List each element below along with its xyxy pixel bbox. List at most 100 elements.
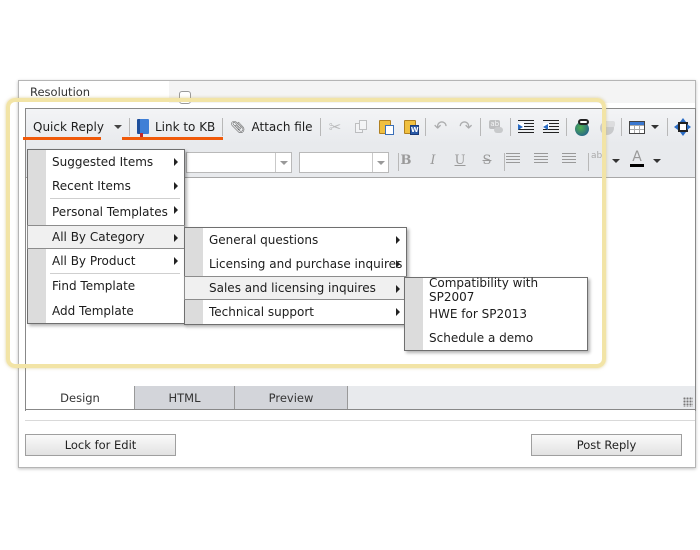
quick-reply-underline — [23, 137, 101, 140]
toggle-fullscreen-icon[interactable] — [673, 117, 692, 136]
underline-button[interactable]: U — [450, 153, 470, 171]
font-color-dropdown-icon[interactable] — [653, 159, 661, 163]
tab-html[interactable]: HTML — [134, 386, 235, 409]
font-name-select[interactable] — [186, 152, 292, 173]
menu-item-label: Recent Items — [52, 179, 131, 193]
redo-icon[interactable]: ↷ — [457, 117, 474, 136]
menu-item-label: Schedule a demo — [429, 331, 534, 345]
toolbar-separator — [510, 117, 512, 136]
submenu-arrow-icon — [174, 257, 178, 265]
book-icon — [136, 119, 149, 137]
font-size-select[interactable] — [299, 152, 389, 173]
indent-icon[interactable] — [517, 118, 535, 136]
toolbar-separator — [620, 117, 622, 136]
menu-item-general-questions[interactable]: General questions — [185, 228, 406, 252]
toolbar-separator — [128, 117, 130, 136]
quick-reply-button[interactable]: Quick Reply — [28, 115, 127, 139]
align-right-icon[interactable] — [562, 153, 576, 164]
menu-item-all-by-product[interactable]: All By Product — [28, 249, 184, 273]
italic-button[interactable]: I — [423, 153, 443, 171]
remove-link-icon[interactable] — [598, 118, 615, 136]
menu-item-sales-and-licensing[interactable]: Sales and licensing inquires — [184, 276, 407, 300]
editor-mode-tabs: Design HTML Preview — [25, 386, 696, 410]
resolution-label: Resolution — [19, 81, 169, 103]
hyperlink-icon[interactable] — [573, 118, 590, 136]
table-icon[interactable] — [628, 118, 645, 136]
paste-icon[interactable] — [377, 118, 394, 136]
highlight-color-icon[interactable]: ab — [591, 151, 602, 161]
menu-item-label: All By Product — [52, 254, 136, 268]
submenu-arrow-icon — [174, 206, 178, 214]
menu-item-licensing-and-purchase[interactable]: Licensing and purchase inquires — [185, 252, 406, 276]
outdent-icon[interactable] — [542, 118, 560, 136]
toolbar-separator — [319, 117, 321, 136]
quick-reply-label: Quick Reply — [33, 119, 104, 134]
resolution-strip — [169, 81, 695, 103]
strikethrough-button[interactable]: S — [477, 153, 497, 171]
cut-icon[interactable]: ✂ — [327, 118, 344, 136]
menu-item-label: Technical support — [209, 305, 314, 319]
submenu-arrow-icon — [174, 182, 178, 190]
paperclip-icon: 📎︎ — [230, 119, 246, 134]
link-to-kb-label: Link to KB — [154, 119, 216, 134]
table-dropdown-icon[interactable] — [650, 124, 659, 129]
menu-item-label: General questions — [209, 233, 319, 247]
attach-file-label: Attach file — [251, 119, 313, 134]
toolbar-separator — [425, 117, 427, 136]
lock-for-edit-button[interactable]: Lock for Edit — [25, 434, 176, 456]
menu-item-label: Licensing and purchase inquires — [209, 257, 403, 271]
chevron-down-icon — [372, 153, 388, 172]
category-submenu: General questions Licensing and purchase… — [184, 227, 407, 325]
bold-button[interactable]: B — [396, 153, 416, 171]
menu-item-label: Suggested Items — [52, 155, 154, 169]
menu-item-suggested-items[interactable]: Suggested Items — [28, 150, 184, 174]
menu-item-label: Add Template — [52, 304, 134, 318]
menu-item-schedule-demo[interactable]: Schedule a demo — [405, 326, 587, 350]
toolbar-separator — [222, 117, 224, 136]
resize-grip[interactable] — [683, 397, 693, 407]
toolbar-separator — [504, 153, 505, 171]
menu-item-label: All By Category — [52, 230, 145, 244]
menu-item-recent-items[interactable]: Recent Items — [28, 174, 184, 198]
menu-item-hwe-sp2013[interactable]: HWE for SP2013 — [405, 302, 587, 326]
tab-preview[interactable]: Preview — [234, 386, 348, 409]
highlight-dropdown-icon[interactable] — [612, 159, 620, 163]
submenu-arrow-icon — [396, 308, 400, 316]
paste-from-word-icon[interactable]: W — [402, 118, 419, 136]
menu-item-all-by-category[interactable]: All By Category — [27, 225, 185, 249]
menu-item-compatibility-sp2007[interactable]: Compatibility with SP2007 — [405, 276, 587, 304]
menu-item-label: HWE for SP2013 — [429, 307, 527, 321]
toolbar-separator — [480, 117, 482, 136]
chevron-down-icon — [275, 153, 291, 172]
font-color-icon[interactable]: A — [630, 149, 644, 169]
submenu-arrow-icon — [174, 234, 178, 242]
menu-item-add-template[interactable]: Add Template — [28, 299, 184, 323]
attach-file-button[interactable]: 📎︎ Attach file — [225, 115, 317, 139]
quick-reply-menu: Suggested Items Recent Items Personal Te… — [27, 149, 185, 324]
link-to-kb-button[interactable]: Link to KB — [132, 115, 220, 139]
menu-item-label: Personal Templates — [52, 204, 168, 219]
align-left-icon[interactable] — [506, 153, 520, 164]
menu-item-find-template[interactable]: Find Template — [28, 273, 184, 299]
menu-item-label: Sales and licensing inquires — [209, 281, 376, 295]
align-center-icon[interactable] — [534, 153, 548, 164]
submenu-arrow-icon — [174, 158, 178, 166]
tab-design[interactable]: Design — [26, 386, 134, 409]
toolbar-separator — [666, 117, 668, 136]
copy-icon[interactable] — [352, 118, 369, 136]
post-reply-button[interactable]: Post Reply — [531, 434, 682, 456]
resolution-checkbox[interactable] — [179, 91, 191, 104]
spellcheck-icon[interactable]: ab — [487, 118, 504, 136]
submenu-arrow-icon — [396, 285, 400, 293]
menu-item-label: Find Template — [52, 279, 136, 293]
submenu-arrow-icon — [396, 260, 400, 268]
sales-submenu: Compatibility with SP2007 HWE for SP2013… — [404, 276, 588, 351]
toolbar-separator — [565, 117, 567, 136]
menu-item-personal-templates[interactable]: Personal Templates — [28, 198, 184, 225]
chevron-down-icon — [113, 124, 122, 129]
font-color-letter: A — [632, 149, 642, 165]
menu-item-technical-support[interactable]: Technical support — [185, 300, 406, 324]
submenu-arrow-icon — [396, 236, 400, 244]
divider — [25, 420, 695, 421]
undo-icon[interactable]: ↶ — [432, 117, 449, 136]
